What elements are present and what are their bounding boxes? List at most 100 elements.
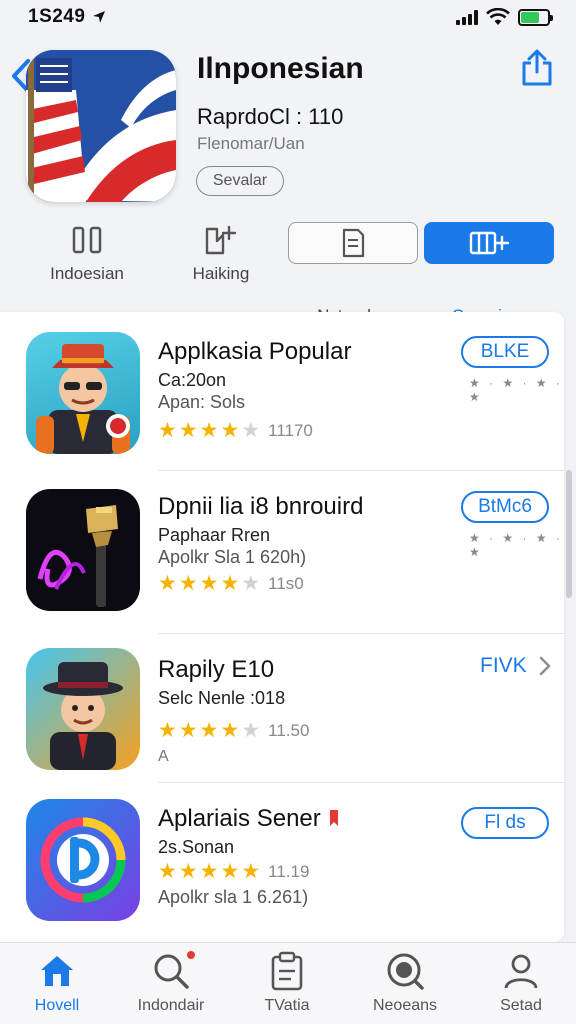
mini-rating: ★ · ★ · ★ · ★ <box>469 376 563 404</box>
tab-profile[interactable]: Setad <box>466 951 576 1021</box>
app-meta: Apolkr Sla 1 620h) <box>158 547 307 567</box>
tab-label: Hovell <box>34 997 80 1014</box>
rating-stars: ★ ★ ★ ★ ★ 11.50 <box>158 720 309 741</box>
document-icon <box>342 228 365 258</box>
app-list: Applkasia Popular Ca:20on Apan: Sols ★ ★ ★… <box>0 312 564 942</box>
app-category: Ca:20on <box>158 370 227 390</box>
status-left: 1S249 <box>28 6 107 28</box>
app-icon-flag <box>26 50 176 202</box>
rating-stars: ★ ★ ★ ★ ★ 11.19 <box>158 861 309 882</box>
list-item[interactable]: Dpnii lia i8 bnrouird Paphaar Rren Apolk… <box>0 471 564 634</box>
star-icon: ★ <box>241 719 261 742</box>
star-icon: ★ <box>199 719 219 742</box>
app-subtitle: RaprdoCl : 110 <box>197 104 344 129</box>
tab-discover[interactable]: Neoeans <box>350 951 460 1021</box>
app-category: 2s.Sonan <box>158 837 235 857</box>
star-icon: ★ <box>220 572 240 595</box>
mini-rating: ★ · ★ · ★ · ★ <box>469 531 563 559</box>
star-icon: ★ <box>158 419 177 442</box>
star-icon: ★ <box>178 719 198 742</box>
app-category: Selc Nenle :018 <box>158 688 286 708</box>
app-meta: A <box>158 748 169 765</box>
tab-home[interactable]: Hovell <box>2 951 112 1021</box>
share-icon <box>522 49 552 86</box>
scrollbar[interactable] <box>566 470 572 598</box>
star-icon: ★ <box>158 572 177 595</box>
get-button[interactable]: BtMc6 <box>461 491 549 523</box>
discover-icon <box>385 951 425 991</box>
rating-count: 11.19 <box>268 861 310 881</box>
status-time: 1S249 <box>28 6 86 27</box>
star-icon: ★ <box>220 860 240 883</box>
star-icon: ★ <box>199 419 219 442</box>
add-grid-icon <box>469 231 509 255</box>
get-button[interactable]: Fl ds <box>461 807 549 839</box>
star-icon: ★ <box>178 860 198 883</box>
star-icon: ★ <box>199 860 219 883</box>
rating-count: 11s0 <box>268 573 304 593</box>
tab-clipboard[interactable]: TVatia <box>232 951 342 1021</box>
cellular-signal-icon <box>456 9 478 25</box>
notification-dot <box>187 951 195 959</box>
edit-plus-icon <box>203 222 239 258</box>
app-developer: Flenomar/Uan <box>197 134 305 153</box>
action-label: Haiking <box>192 264 250 283</box>
person-icon <box>501 951 541 991</box>
app-icon-character <box>26 332 140 454</box>
app-icon-neon <box>26 489 140 611</box>
badge-icon <box>330 810 339 826</box>
rating-count: 11170 <box>268 420 313 440</box>
star-icon: ★ <box>158 719 177 742</box>
star-icon: ★ <box>178 572 198 595</box>
tab-label: TVatia <box>264 997 310 1014</box>
tab-search[interactable]: Indondair <box>116 951 226 1021</box>
battery-icon <box>518 8 553 26</box>
list-item[interactable]: Rapily E10 Selc Nenle :018 ★ ★ ★ ★ ★ 11.50 A … <box>0 634 564 783</box>
action-indoesian[interactable]: Indoesian <box>30 222 144 292</box>
status-right <box>456 8 553 26</box>
wifi-icon <box>486 8 510 25</box>
action-label: Indoesian <box>50 264 124 283</box>
app-icon-hat-character <box>26 648 140 770</box>
star-icon: ★ <box>220 719 240 742</box>
tab-label: Setad <box>500 997 542 1014</box>
app-name: Rapily E10 <box>158 656 275 683</box>
star-icon: ★ <box>241 572 261 595</box>
star-icon: ★ <box>241 860 261 883</box>
list-item[interactable]: Applkasia Popular Ca:20on Apan: Sols ★ ★ ★… <box>0 312 564 471</box>
star-icon: ★ <box>220 419 240 442</box>
list-item[interactable]: Aplariais Sener 2s.Sonan ★ ★ ★ ★ ★ 11.19 Apol… <box>0 783 564 942</box>
tab-label: Neoeans <box>372 997 438 1014</box>
star-icon: ★ <box>199 572 219 595</box>
action-haiking[interactable]: Haiking <box>164 222 278 292</box>
star-icon: ★ <box>178 419 198 442</box>
action-row: Indoesian Haiking Nstandny <box>0 222 576 325</box>
status-bar: 1S249 <box>0 0 576 34</box>
seller-button[interactable]: Sevalar <box>196 166 284 196</box>
rating-count: 11.50 <box>268 720 310 740</box>
get-link-button[interactable]: FIVK <box>480 654 551 678</box>
app-name: Aplariais Sener <box>158 805 341 833</box>
app-meta: Apolkr sla 1 6.261) <box>158 887 309 907</box>
app-meta: Apan: Sols <box>158 392 246 412</box>
location-arrow-icon <box>93 11 106 23</box>
app-name: Dpnii lia i8 bnrouird <box>158 493 364 520</box>
star-icon: ★ <box>241 419 261 442</box>
action-crapniera[interactable] <box>424 222 554 264</box>
get-button[interactable]: BLKE <box>461 336 549 368</box>
clipboard-icon <box>269 951 305 991</box>
app-title: Ilnponesian <box>197 52 364 85</box>
app-category: Paphaar Rren <box>158 525 271 545</box>
action-nstandny[interactable] <box>288 222 418 264</box>
search-icon <box>151 951 195 991</box>
tab-label: Indondair <box>137 997 205 1014</box>
tab-bar: Hovell Indondair TVatia Neoeans Setad <box>0 942 576 1024</box>
rating-stars: ★ ★ ★ ★ ★ 11170 <box>158 420 313 441</box>
pause-bars-icon <box>71 222 103 258</box>
rating-stars: ★ ★ ★ ★ ★ 11s0 <box>158 573 304 594</box>
app-header: Ilnponesian RaprdoCl : 110 Flenomar/Uan … <box>0 34 576 325</box>
app-name-text: Aplariais Sener <box>158 805 321 832</box>
app-icon-ring-logo <box>26 799 140 921</box>
star-icon: ★ <box>158 860 177 883</box>
share-button[interactable] <box>518 48 556 88</box>
